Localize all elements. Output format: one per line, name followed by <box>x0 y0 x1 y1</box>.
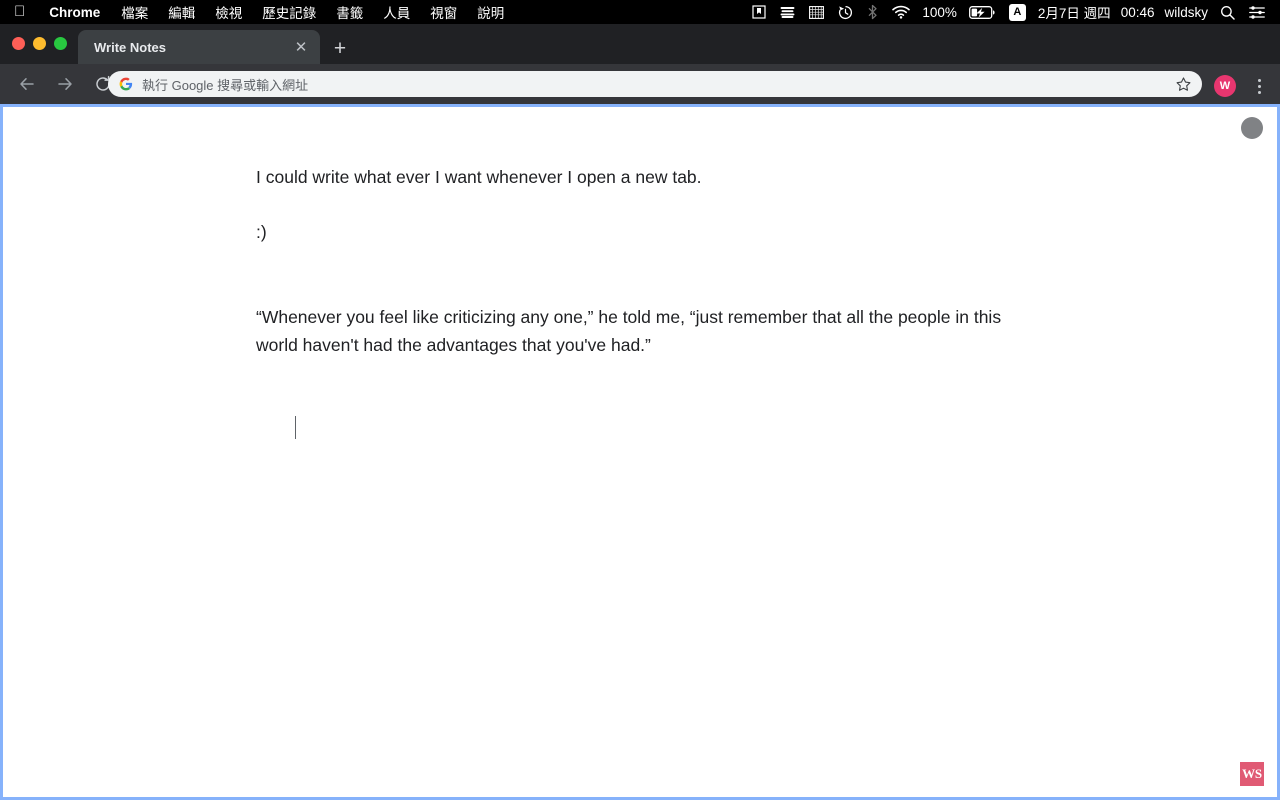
wifi-icon[interactable] <box>885 0 917 24</box>
note-paragraph-3: “Whenever you feel like criticizing any … <box>256 307 1006 355</box>
note-paragraph-2: :) <box>256 222 267 242</box>
input-source-label: A <box>1008 3 1026 21</box>
minimize-window-button[interactable] <box>33 37 46 50</box>
tab-write-notes[interactable]: Write Notes ✕ <box>78 30 320 64</box>
macos-menubar:  Chrome 檔案 編輯 檢視 歷史記錄 書籤 人員 視窗 說明 <box>0 0 1280 24</box>
note-paragraph-1: I could write what ever I want whenever … <box>256 167 702 187</box>
time-machine-icon[interactable] <box>831 0 860 24</box>
menubar-item-file[interactable]: 檔案 <box>111 0 158 24</box>
close-window-button[interactable] <box>12 37 25 50</box>
menubar-item-edit[interactable]: 編輯 <box>158 0 205 24</box>
menubar-date[interactable]: 2月7日 週四 <box>1033 0 1116 24</box>
user-avatar-circle[interactable] <box>1241 117 1263 139</box>
battery-charging-icon[interactable] <box>962 0 1002 24</box>
browser-tabstrip: Write Notes ✕ + <box>0 24 1280 64</box>
note-editor[interactable]: I could write what ever I want whenever … <box>256 163 1026 497</box>
tab-title: Write Notes <box>94 39 166 55</box>
menubar-app-menus:  Chrome 檔案 編輯 檢視 歷史記錄 書籤 人員 視窗 說明 <box>0 0 514 24</box>
three-dot-menu-icon[interactable] <box>1248 75 1270 97</box>
maximize-window-button[interactable] <box>54 37 67 50</box>
browser-toolbar: 執行 Google 搜尋或輸入網址 W <box>0 64 1280 104</box>
address-bar-placeholder: 執行 Google 搜尋或輸入網址 <box>142 77 309 93</box>
menubar-item-history[interactable]: 歷史記錄 <box>252 0 326 24</box>
star-icon[interactable] <box>1174 75 1192 93</box>
forward-button[interactable] <box>50 69 80 99</box>
ws-watermark[interactable]: WS <box>1240 762 1264 786</box>
menubar-item-help[interactable]: 說明 <box>467 0 514 24</box>
bluetooth-icon[interactable] <box>860 0 885 24</box>
bookmark-box-icon[interactable] <box>745 0 773 24</box>
google-g-icon <box>118 77 133 92</box>
menubar-time[interactable]: 00:46 <box>1116 0 1160 24</box>
input-source-indicator[interactable]: A <box>1002 0 1033 24</box>
apple-logo-icon[interactable]:  <box>0 4 38 19</box>
search-icon[interactable] <box>1213 0 1242 24</box>
menubar-item-bookmarks[interactable]: 書籤 <box>326 0 373 24</box>
address-bar[interactable]: 執行 Google 搜尋或輸入網址 <box>108 71 1202 97</box>
text-cursor <box>294 415 297 439</box>
write-notes-page[interactable]: I could write what ever I want whenever … <box>3 107 1277 797</box>
menubar-item-people[interactable]: 人員 <box>373 0 420 24</box>
note-caret-line <box>256 386 1026 470</box>
menubar-status-area: 100% A 2月7日 週四 00:46 wildsky <box>745 0 1280 24</box>
new-tab-button[interactable]: + <box>328 36 352 60</box>
layers-icon[interactable] <box>773 0 802 24</box>
page-viewport: I could write what ever I want whenever … <box>0 104 1280 800</box>
control-center-icon[interactable] <box>1242 0 1272 24</box>
grid-icon[interactable] <box>802 0 831 24</box>
menubar-item-chrome[interactable]: Chrome <box>38 0 111 24</box>
battery-percent-label: 100% <box>922 4 957 20</box>
window-controls <box>12 37 67 50</box>
avatar[interactable]: W <box>1214 75 1236 97</box>
back-button[interactable] <box>12 69 42 99</box>
menubar-item-view[interactable]: 檢視 <box>205 0 252 24</box>
menubar-item-window[interactable]: 視窗 <box>420 0 467 24</box>
close-icon[interactable]: ✕ <box>290 36 312 58</box>
menubar-username[interactable]: wildsky <box>1159 0 1213 24</box>
